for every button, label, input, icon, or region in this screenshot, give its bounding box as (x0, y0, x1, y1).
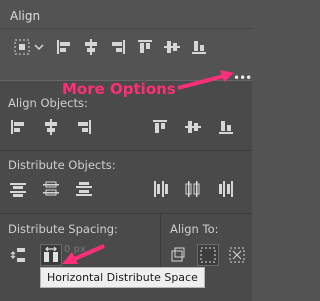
spacing-arrow-icon (62, 244, 105, 264)
align-bottom-edges-icon[interactable] (191, 39, 207, 55)
section-divider (0, 213, 252, 214)
align-to-selection-icon[interactable] (14, 39, 30, 55)
panel-title: Align (10, 9, 41, 23)
distribute-horizontal-centers-icon[interactable] (185, 181, 201, 197)
distribute-right-edges-icon[interactable] (218, 181, 234, 197)
align-to-label: Align To: (170, 222, 219, 236)
panel-divider (0, 28, 252, 29)
align-top-edges-icon[interactable] (152, 119, 168, 135)
align-right-edges-icon[interactable] (110, 39, 126, 55)
align-horizontal-centers-icon[interactable] (83, 39, 99, 55)
callout-arrow-icon (177, 70, 234, 90)
tooltip: Horizontal Distribute Space (40, 267, 205, 288)
distribute-top-edges-icon[interactable] (10, 181, 26, 197)
align-objects-row (10, 119, 245, 135)
horizontal-distribute-space-icon[interactable] (40, 244, 62, 266)
distribute-spacing-label: Distribute Spacing: (8, 222, 118, 236)
align-to-selection-icon[interactable] (197, 244, 219, 266)
align-to-artboard-icon[interactable] (170, 247, 186, 263)
distribute-vertical-centers-icon[interactable] (43, 181, 59, 197)
align-bottom-edges-icon[interactable] (218, 119, 234, 135)
align-left-edges-icon[interactable] (56, 39, 72, 55)
align-toolbar (14, 36, 218, 58)
distribute-bottom-edges-icon[interactable] (76, 181, 92, 197)
align-vertical-centers-icon[interactable] (164, 39, 180, 55)
align-right-edges-icon[interactable] (76, 119, 92, 135)
distribute-objects-label: Distribute Objects: (8, 158, 116, 172)
align-top-edges-icon[interactable] (137, 39, 153, 55)
more-options-callout: More Options (62, 80, 176, 98)
distribute-left-edges-icon[interactable] (152, 181, 168, 197)
align-vertical-centers-icon[interactable] (185, 119, 201, 135)
section-divider (0, 150, 252, 151)
align-horizontal-centers-icon[interactable] (43, 119, 59, 135)
vertical-distribute-space-icon[interactable] (10, 247, 26, 263)
align-objects-label: Align Objects: (8, 96, 88, 110)
chevron-down-icon[interactable] (33, 42, 45, 52)
align-left-edges-icon[interactable] (10, 119, 26, 135)
align-to-key-object-icon[interactable] (229, 247, 245, 263)
distribute-objects-row (10, 181, 245, 197)
